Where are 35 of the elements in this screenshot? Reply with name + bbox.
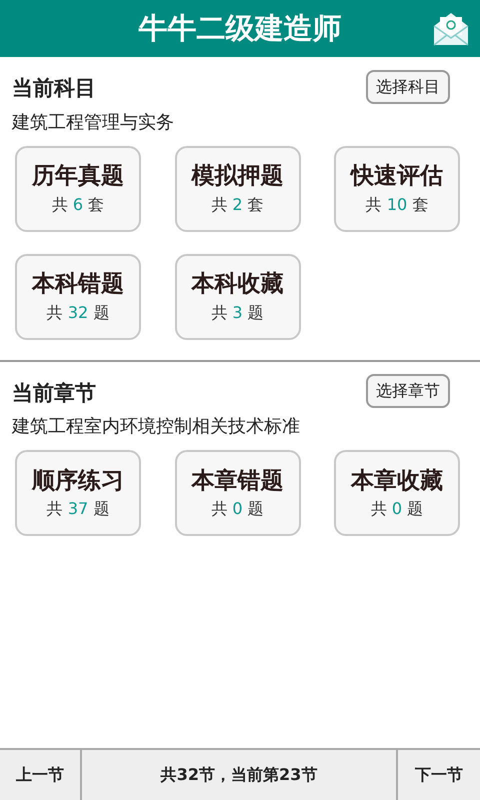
practice-card[interactable]: 顺序练习 共 37 题	[15, 450, 141, 536]
card-count: 共 2 套	[211, 194, 264, 215]
practice-card[interactable]: 快速评估 共 10 套	[334, 146, 460, 232]
card-title: 本科收藏	[192, 270, 284, 299]
card-count: 共 6 套	[52, 194, 104, 215]
section-subtitle: 建筑工程管理与实务	[12, 110, 175, 134]
card-title: 顺序练习	[32, 466, 124, 496]
practice-card[interactable]: 本章收藏 共 0 题	[334, 450, 460, 536]
section-subtitle: 建筑工程室内环境控制相关技术标准	[12, 415, 301, 439]
practice-card[interactable]: 本科错题 共 32 题	[15, 254, 141, 340]
card-count: 共 0 题	[211, 499, 264, 520]
practice-card[interactable]: 历年真题 共 6 套	[15, 146, 141, 232]
practice-card[interactable]: 模拟押题 共 2 套	[174, 146, 300, 232]
card-count: 共 10 套	[366, 194, 428, 215]
card-title: 本科错题	[32, 270, 124, 299]
app-title: 牛牛二级建造师	[138, 10, 342, 47]
card-title: 本章错题	[192, 466, 284, 496]
section-title: 当前章节	[12, 380, 96, 406]
select-button[interactable]: 选择章节	[366, 374, 450, 408]
card-title: 模拟押题	[192, 162, 284, 191]
next-button[interactable]: 下一节	[396, 750, 480, 800]
progress-status: 共32节，当前第23节	[160, 764, 318, 786]
previous-button[interactable]: 上一节	[0, 750, 82, 800]
card-count: 共 3 题	[211, 302, 264, 323]
card-title: 快速评估	[351, 162, 443, 191]
practice-card[interactable]: 本章错题 共 0 题	[174, 450, 300, 536]
mail-icon[interactable]	[432, 10, 470, 48]
card-count: 共 0 题	[370, 499, 424, 520]
card-title: 历年真题	[32, 162, 124, 191]
select-button[interactable]: 选择科目	[366, 70, 450, 104]
section-title: 当前科目	[12, 75, 96, 102]
card-count: 共 37 题	[46, 499, 110, 520]
practice-card[interactable]: 本科收藏 共 3 题	[174, 254, 300, 340]
card-count: 共 32 题	[46, 302, 110, 323]
card-title: 本章收藏	[351, 466, 443, 496]
